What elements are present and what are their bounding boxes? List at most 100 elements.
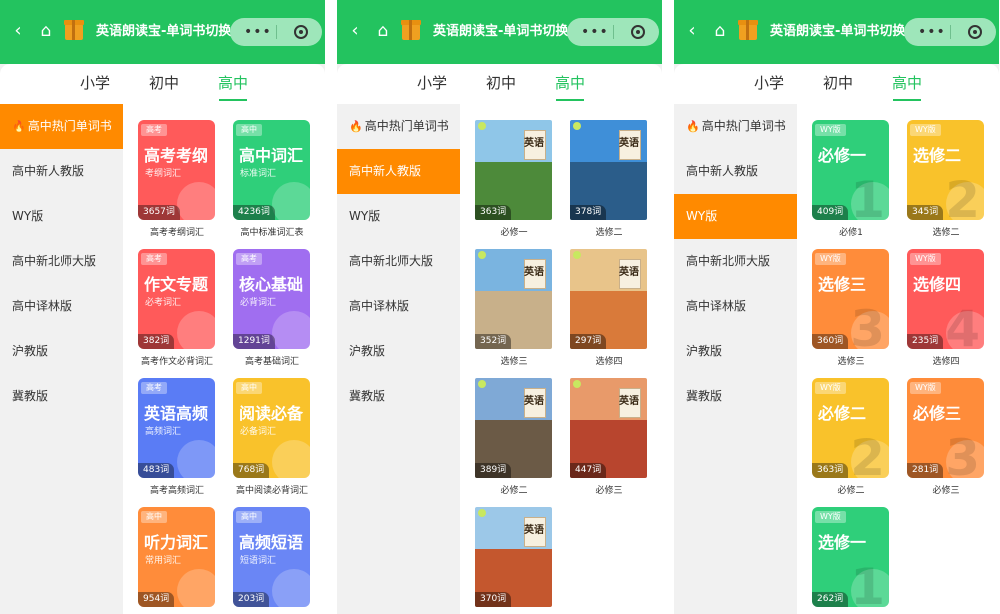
gift-icon[interactable] (401, 20, 421, 40)
sidebar-item[interactable]: 高中译林版 (674, 284, 797, 329)
back-icon[interactable]: ‹ (681, 20, 703, 42)
home-icon[interactable]: ⌂ (35, 20, 57, 42)
word-book-card[interactable]: 1 WY版 选修一 262词 (812, 507, 889, 607)
word-book-card[interactable]: 2 WY版 必修二 363词 (812, 378, 889, 478)
sidebar-item-label: 高中热门单词书 (701, 119, 786, 133)
textbook-cover[interactable]: 英语 389词 (475, 378, 552, 478)
sidebar-item[interactable]: 高中新北师大版 (674, 239, 797, 284)
textbook-cover[interactable]: 英语 378词 (570, 120, 647, 220)
word-count-badge: 235词 (907, 334, 944, 349)
cover-title: 英语 (524, 525, 544, 536)
sidebar-item-label: 沪教版 (686, 344, 723, 358)
word-book-card[interactable]: 4 WY版 选修四 235词 (907, 249, 984, 349)
level-tabs: 小学 初中 高中 (337, 64, 662, 104)
sidebar-item[interactable]: 沪教版 (0, 329, 123, 374)
close-icon[interactable] (968, 25, 982, 39)
textbook-cover[interactable]: 英语 352词 (475, 249, 552, 349)
page-title: 英语朗读宝-单词书切换 (433, 24, 568, 39)
tab-0[interactable]: 小学 (402, 72, 462, 94)
sidebar-item[interactable]: 高中新人教版 (674, 149, 797, 194)
word-book-card[interactable]: 1 WY版 必修一 409词 (812, 120, 889, 220)
gift-icon[interactable] (64, 20, 84, 40)
card-tag: 高考 (141, 382, 167, 394)
tab-0[interactable]: 小学 (65, 72, 125, 94)
word-book-card[interactable]: 2 WY版 选修二 345词 (907, 120, 984, 220)
card-title: 选修三 (818, 275, 867, 294)
book-grid: 1 WY版 必修一 409词 必修1 2 WY版 选修二 345词 选修二 3 WY版 选修三 360词选… (797, 104, 999, 614)
word-count-badge: 363词 (475, 205, 512, 220)
sidebar-item-label: WY版 (349, 209, 381, 223)
word-book-card[interactable]: 3 WY版 选修三 360词 (812, 249, 889, 349)
more-icon[interactable]: ••• (918, 25, 945, 39)
textbook-cover[interactable]: 英语 370词 (475, 507, 552, 607)
more-icon[interactable]: ••• (581, 25, 608, 39)
word-book-card[interactable]: 高考 高考考纲 考纲词汇 3657词 (138, 120, 215, 220)
sidebar-item[interactable]: 高中译林版 (0, 284, 123, 329)
back-icon[interactable]: ‹ (7, 20, 29, 42)
card-title: 核心基础 (239, 275, 304, 294)
word-count-badge: 352词 (475, 334, 512, 349)
sidebar-item[interactable]: WY版 (674, 194, 797, 239)
book-label: 选修二 (932, 228, 960, 238)
sidebar-item[interactable]: 高中新北师大版 (337, 239, 460, 284)
sidebar: 🔥 高中热门单词书 高中新人教版 WY版 高中新北师大版 高中译林版 沪教版 冀教版 (0, 104, 123, 614)
card-subtitle: 高频词汇 (145, 427, 182, 437)
sidebar-item[interactable]: 高中新北师大版 (0, 239, 123, 284)
sidebar-item[interactable]: 冀教版 (337, 374, 460, 419)
tab-2[interactable]: 高中 (203, 72, 263, 101)
sidebar-item[interactable]: 高中译林版 (337, 284, 460, 329)
home-icon[interactable]: ⌂ (709, 20, 731, 42)
tab-0[interactable]: 小学 (739, 72, 799, 94)
card-title: 高频短语 (239, 533, 304, 552)
word-book-card[interactable]: 高考 核心基础 必背词汇 1291词 (233, 249, 310, 349)
sidebar-item[interactable]: 🔥 高中热门单词书 (0, 104, 123, 149)
word-count-badge: 203词 (233, 592, 270, 607)
sidebar-item[interactable]: WY版 (337, 194, 460, 239)
sidebar-item[interactable]: 🔥 高中热门单词书 (674, 104, 797, 149)
textbook-cover[interactable]: 英语 447词 (570, 378, 647, 478)
word-book-card[interactable]: 高中 高中词汇 标准词汇 4236词 (233, 120, 310, 220)
sidebar-item[interactable]: 沪教版 (337, 329, 460, 374)
more-icon[interactable]: ••• (244, 25, 271, 39)
mini-program-capsule: ••• (230, 18, 322, 46)
tab-1[interactable]: 初中 (471, 72, 531, 94)
close-icon[interactable] (294, 25, 308, 39)
book-label: 必修三 (932, 486, 960, 496)
word-book-card[interactable]: 3 WY版 必修三 281词 (907, 378, 984, 478)
book-label: 必修一 (500, 228, 528, 238)
word-book-card[interactable]: 高中 听力词汇 常用词汇 954词 (138, 507, 215, 607)
tab-2[interactable]: 高中 (877, 72, 937, 101)
word-book-card[interactable]: 高考 作文专题 必考词汇 382词 (138, 249, 215, 349)
word-book-card[interactable]: 高中 阅读必备 必备词汇 768词 (233, 378, 310, 478)
sidebar-item[interactable]: 沪教版 (674, 329, 797, 374)
word-book-card[interactable]: 高中高频短语短语词汇 203词 (233, 507, 310, 607)
book-label: 选修三 (837, 357, 865, 367)
tab-2[interactable]: 高中 (540, 72, 600, 101)
word-book-card[interactable]: 高考 英语高频 高频词汇 483词 (138, 378, 215, 478)
tab-1[interactable]: 初中 (808, 72, 868, 94)
sidebar-item[interactable]: 冀教版 (0, 374, 123, 419)
phone-panel: ‹ ⌂ 英语朗读宝-单词书切换 ••• 小学 初中 高中 🔥 高中热门单词书 高中新人教版 WY版高… (0, 0, 325, 614)
book-label: 高中阅读必背词汇 (235, 486, 308, 496)
sidebar-item[interactable]: 高中新人教版 (0, 149, 123, 194)
back-icon[interactable]: ‹ (344, 20, 366, 42)
textbook-cover[interactable]: 英语 297词 (570, 249, 647, 349)
card-title: 选修四 (913, 275, 962, 294)
home-icon[interactable]: ⌂ (372, 20, 394, 42)
flame-icon: 🔥 (12, 120, 26, 133)
sidebar-item[interactable]: 🔥 高中热门单词书 (337, 104, 460, 149)
gift-icon[interactable] (738, 20, 758, 40)
card-subtitle: 短语词汇 (240, 556, 277, 566)
sidebar-item-label: 高中新北师大版 (686, 254, 771, 268)
book-label: 选修四 (932, 357, 960, 367)
sidebar-item[interactable]: WY版 (0, 194, 123, 239)
sidebar-item[interactable]: 冀教版 (674, 374, 797, 419)
book-label: 高考高频词汇 (149, 486, 204, 496)
textbook-cover[interactable]: 英语 363词 (475, 120, 552, 220)
close-icon[interactable] (631, 25, 645, 39)
word-count-badge: 360词 (812, 334, 849, 349)
tab-1[interactable]: 初中 (134, 72, 194, 94)
sidebar-item[interactable]: 高中新人教版 (337, 149, 460, 194)
word-count-badge: 378词 (570, 205, 607, 220)
card-tag: 高中 (236, 511, 262, 523)
